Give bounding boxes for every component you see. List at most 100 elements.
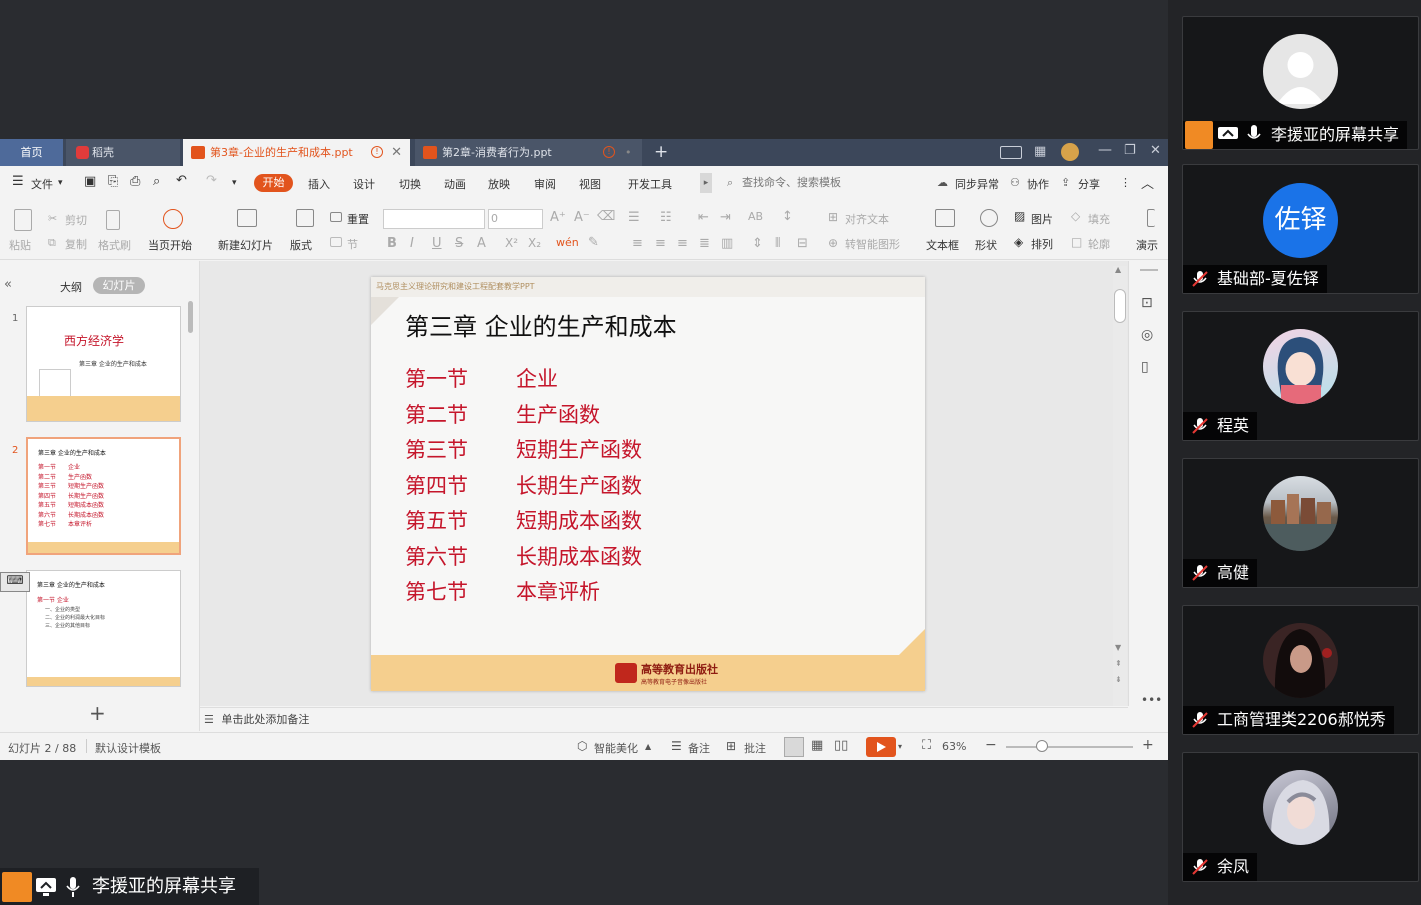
preview-icon[interactable]: ⌕ [153,174,160,189]
fit-window-icon[interactable]: ⛶ [922,738,931,753]
minimize-icon[interactable]: — [1098,142,1112,158]
share-button[interactable]: 分享 [1078,176,1100,192]
fill-button[interactable]: 填充 [1088,211,1110,227]
text-box-settings-icon[interactable]: ⊟ [797,236,808,251]
play-from-current-icon[interactable] [163,209,183,229]
indent-icon[interactable]: ⇥ [720,210,731,225]
menu-transition[interactable]: 切换 [399,176,421,192]
convert-smartart-button[interactable]: 转智能图形 [845,236,900,252]
participant-card[interactable]: 工商管理类2206郝悦秀 [1182,605,1419,735]
scroll-down-icon[interactable]: ▼ [1115,643,1121,652]
reset-button[interactable]: 重置 [347,211,369,227]
textbox-label[interactable]: 文本框 [926,237,959,253]
tab-slides[interactable]: 幻灯片 [93,277,145,294]
shape-label[interactable]: 形状 [975,237,997,253]
zoom-slider-handle[interactable] [1036,740,1048,752]
slide-thumbnail-1[interactable]: 西方经济学 第三章 企业的生产和成本 [26,306,181,422]
more-icon[interactable]: ⋮ [1120,176,1131,189]
bullet-list-icon[interactable]: ☰ [628,210,640,225]
menu-developer[interactable]: 开发工具 [628,176,672,192]
user-avatar-icon[interactable] [1061,143,1079,161]
notes-toggle-button[interactable]: 备注 [688,740,710,756]
restore-icon[interactable]: ❐ [1124,143,1136,158]
menu-insert[interactable]: 插入 [308,176,330,192]
participant-card[interactable]: 佐铎 基础部-夏佐铎 [1182,164,1419,294]
play-from-current-label[interactable]: 当页开始 [148,237,192,253]
scroll-tabs-icon[interactable]: ▸ [700,173,712,193]
strikethrough-icon[interactable]: S [455,236,463,251]
print-icon[interactable]: ⎙ [130,174,140,189]
align-right-icon[interactable]: ≡ [677,236,688,251]
menu-animation[interactable]: 动画 [444,176,466,192]
align-left-icon[interactable]: ≡ [632,236,643,251]
tab-second-document[interactable]: 第2章-消费者行为.ppt ! • [415,139,642,166]
superscript-icon[interactable]: X² [505,236,518,250]
sorter-view-icon[interactable]: ▦ [811,738,823,753]
text-direction-icon[interactable]: AB [748,210,763,223]
sync-status[interactable]: 同步异常 [955,176,999,192]
underline-icon[interactable]: U [432,236,442,251]
new-tab-icon[interactable]: + [654,142,668,162]
columns-icon[interactable]: ⫴ [775,236,780,251]
participant-card[interactable]: 程英 [1182,311,1419,441]
menu-design[interactable]: 设计 [353,176,375,192]
outline-button[interactable]: 轮廓 [1088,236,1110,252]
copy-button[interactable]: 复制 [65,236,87,252]
template-name[interactable]: 默认设计模板 [95,740,161,756]
slide-thumbnail-2[interactable]: 第三章 企业的生产和成本 第一节 企业 第二节 生产函数 第三节 短期生产函数 第四节 长期生… [26,437,181,555]
reading-mode-icon[interactable]: ▯ [1141,359,1149,375]
thumbnail-scrollbar[interactable] [188,301,193,333]
participant-card[interactable]: 高健 [1182,458,1419,588]
outdent-icon[interactable]: ⇤ [698,210,709,225]
add-slide-icon[interactable]: + [89,701,106,725]
shape-icon[interactable] [980,209,998,227]
customize-icon[interactable]: ▾ [232,178,237,188]
close-window-icon[interactable]: ✕ [1150,143,1161,158]
next-slide-icon[interactable]: ⇟ [1115,675,1122,684]
new-slide-icon[interactable] [237,209,257,227]
font-shrink-icon[interactable]: A⁻ [574,210,590,225]
numbered-list-icon[interactable]: ☷ [660,210,672,225]
tab-home[interactable]: 首页 [0,139,63,166]
menu-view[interactable]: 视图 [579,176,601,192]
para-spacing-icon[interactable]: ⇕ [752,236,763,251]
font-color-icon[interactable]: A [477,236,486,251]
slideshow-play-button[interactable] [866,737,896,757]
prev-slide-icon[interactable]: ⇞ [1115,659,1122,668]
menu-review[interactable]: 审阅 [534,176,556,192]
present-label[interactable]: 演示 [1136,237,1158,253]
collapse-panel-icon[interactable]: « [4,277,12,292]
menu-file[interactable]: 文件 [31,176,53,192]
zoom-level[interactable]: 63% [942,740,966,753]
grid-icon[interactable]: ▦ [1034,144,1046,159]
slide-thumbnail-3[interactable]: 第三章 企业的生产和成本 第一节 企业 一、企业的类型 二、企业的利润最大化目标三… [26,570,181,687]
present-icon[interactable] [1147,209,1155,227]
line-spacing-icon[interactable]: ↕ [782,209,793,224]
cut-button[interactable]: 剪切 [65,212,87,228]
clear-format-icon[interactable]: ⌫ [597,209,615,224]
align-text-button[interactable]: 对齐文本 [845,211,889,227]
highlight-icon[interactable]: ✎ [588,235,599,250]
arrange-button[interactable]: 排列 [1031,236,1053,252]
close-tab-icon[interactable]: ✕ [391,139,402,166]
pinyin-icon[interactable]: wén [556,236,579,249]
play-options-icon[interactable]: ▾ [898,742,902,751]
current-slide[interactable]: 马克思主义理论研究和建设工程配套教学PPT 第三章 企业的生产和成本 第一节 企业… [371,277,925,691]
redo-icon[interactable]: ↷ [206,173,217,188]
smart-beautify-button[interactable]: 智能美化 [594,740,638,756]
comments-button[interactable]: 批注 [744,740,766,756]
zoom-out-icon[interactable]: − [985,737,997,753]
reading-view-icon[interactable]: ▯▯ [834,738,848,753]
export-icon[interactable]: ⎘ [108,174,118,189]
participant-card-presenter[interactable]: 李援亚的屏幕共享 [1182,16,1419,150]
tab-active-document[interactable]: 第3章-企业的生产和成本.ppt ! ✕ [183,139,410,166]
justify-icon[interactable]: ≣ [699,236,710,251]
hamburger-icon[interactable]: ☰ [12,174,24,189]
command-search[interactable]: ⌕ 查找命令、搜索模板 [722,173,912,193]
image-tools-icon[interactable]: ⊡ [1141,295,1153,311]
format-painter-icon[interactable] [106,210,120,230]
italic-icon[interactable]: I [410,236,414,251]
zoom-in-icon[interactable]: + [1142,737,1154,753]
align-center-icon[interactable]: ≡ [655,236,666,251]
animation-icon[interactable]: ◎ [1141,327,1153,343]
